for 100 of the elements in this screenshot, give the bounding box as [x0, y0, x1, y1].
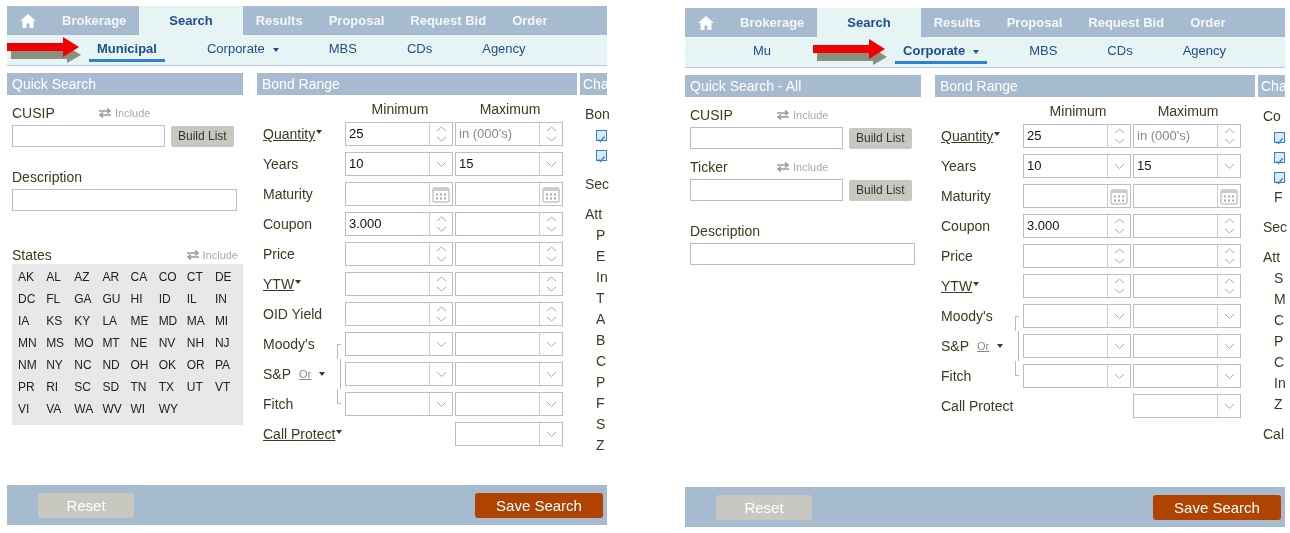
chevron-down-icon[interactable]: [545, 340, 557, 348]
calendar-icon[interactable]: [1220, 187, 1238, 205]
state-option[interactable]: SD: [99, 376, 128, 398]
state-option[interactable]: TN: [127, 376, 156, 398]
state-option[interactable]: AL: [43, 266, 72, 288]
state-option[interactable]: WA: [71, 398, 100, 420]
dropdown-field[interactable]: [455, 332, 563, 356]
input-field[interactable]: [690, 243, 915, 265]
state-option[interactable]: VT: [211, 376, 240, 398]
chevron-down-icon[interactable]: [1113, 312, 1125, 320]
calendar-icon[interactable]: [542, 185, 560, 203]
chevron-down-icon[interactable]: [1223, 402, 1235, 410]
build-list-button[interactable]: Build List: [849, 179, 912, 201]
chevron-down-icon[interactable]: [435, 370, 447, 378]
state-option[interactable]: MI: [211, 310, 240, 332]
state-option[interactable]: NV: [155, 332, 184, 354]
state-option[interactable]: MS: [43, 332, 72, 354]
nav-tab[interactable]: Search: [817, 8, 921, 37]
category-tab[interactable]: CDs: [398, 38, 441, 62]
state-option[interactable]: PA: [211, 354, 240, 376]
caret-icon[interactable]: [997, 344, 1004, 348]
number-field[interactable]: [1133, 274, 1241, 298]
build-list-button[interactable]: Build List: [171, 125, 234, 147]
chevron-down-icon[interactable]: [1113, 342, 1125, 350]
dropdown-field[interactable]: [1133, 334, 1241, 358]
category-tab[interactable]: MBS: [1021, 40, 1066, 64]
state-option[interactable]: RI: [43, 376, 72, 398]
spinner-icon[interactable]: [1113, 127, 1125, 145]
state-option[interactable]: LA: [99, 310, 128, 332]
number-field[interactable]: in (000's): [1133, 124, 1241, 148]
state-option[interactable]: PR: [15, 376, 44, 398]
state-option[interactable]: OR: [183, 354, 212, 376]
input-field[interactable]: [12, 125, 165, 147]
spinner-icon[interactable]: [545, 215, 557, 233]
chevron-down-icon[interactable]: [435, 340, 447, 348]
number-field[interactable]: 25: [1023, 124, 1131, 148]
checkbox[interactable]: [1274, 171, 1285, 183]
spinner-icon[interactable]: [1113, 247, 1125, 265]
nav-tab[interactable]: Search: [139, 6, 243, 35]
state-option[interactable]: FL: [43, 288, 72, 310]
caret-icon[interactable]: [319, 372, 326, 376]
number-field[interactable]: [345, 242, 453, 266]
state-option[interactable]: NH: [183, 332, 212, 354]
spinner-icon[interactable]: [435, 125, 447, 143]
state-option[interactable]: IA: [15, 310, 44, 332]
spinner-icon[interactable]: [435, 215, 447, 233]
chevron-down-icon[interactable]: [1223, 342, 1235, 350]
date-field[interactable]: [1133, 184, 1241, 208]
dropdown-field[interactable]: 10: [1023, 154, 1131, 178]
state-option[interactable]: IL: [183, 288, 212, 310]
chevron-down-icon[interactable]: [545, 160, 557, 168]
dropdown-field[interactable]: [1133, 304, 1241, 328]
chevron-down-icon[interactable]: [1113, 162, 1125, 170]
dropdown-field[interactable]: [345, 332, 453, 356]
category-tab[interactable]: MBS: [320, 38, 365, 62]
dropdown-field[interactable]: [1023, 364, 1131, 388]
chevron-down-icon[interactable]: [435, 160, 447, 168]
state-option[interactable]: AZ: [71, 266, 100, 288]
calendar-icon[interactable]: [432, 185, 450, 203]
state-option[interactable]: IN: [211, 288, 240, 310]
spinner-icon[interactable]: [435, 245, 447, 263]
state-option[interactable]: MO: [71, 332, 100, 354]
checkbox[interactable]: [596, 149, 607, 161]
dropdown-field[interactable]: [1023, 304, 1131, 328]
state-option[interactable]: NC: [71, 354, 100, 376]
state-option[interactable]: DE: [211, 266, 240, 288]
state-option[interactable]: MN: [15, 332, 44, 354]
dropdown-field[interactable]: 15: [455, 152, 563, 176]
dropdown-field[interactable]: [345, 392, 453, 416]
state-option[interactable]: DC: [15, 288, 44, 310]
number-field[interactable]: [455, 212, 563, 236]
spinner-icon[interactable]: [1223, 217, 1235, 235]
state-option[interactable]: OH: [127, 354, 156, 376]
number-field[interactable]: [455, 272, 563, 296]
chevron-down-icon[interactable]: [1113, 372, 1125, 380]
state-option[interactable]: ND: [99, 354, 128, 376]
save-search-button[interactable]: Save Search: [1153, 494, 1281, 520]
category-tab[interactable]: Corporate: [198, 38, 287, 62]
state-option[interactable]: NM: [15, 354, 44, 376]
state-option[interactable]: OK: [155, 354, 184, 376]
number-field[interactable]: [455, 242, 563, 266]
state-option[interactable]: TX: [155, 376, 184, 398]
state-option[interactable]: CA: [127, 266, 156, 288]
state-option[interactable]: GA: [71, 288, 100, 310]
dropdown-field[interactable]: 10: [345, 152, 453, 176]
dropdown-field[interactable]: [455, 362, 563, 386]
category-tab[interactable]: Corporate: [895, 40, 988, 64]
category-tab[interactable]: Agency: [1174, 40, 1234, 64]
chevron-down-icon[interactable]: [545, 430, 557, 438]
spinner-icon[interactable]: [545, 125, 557, 143]
category-tab[interactable]: Mu: [745, 40, 780, 64]
state-option[interactable]: MT: [99, 332, 128, 354]
field-link[interactable]: YTW: [941, 278, 980, 294]
save-search-button[interactable]: Save Search: [475, 492, 603, 518]
or-link[interactable]: Or: [977, 340, 990, 352]
checkbox[interactable]: [1274, 151, 1285, 163]
state-option[interactable]: VA: [43, 398, 72, 420]
state-option[interactable]: NJ: [211, 332, 240, 354]
date-field[interactable]: [455, 182, 563, 206]
number-field[interactable]: 25: [345, 122, 453, 146]
